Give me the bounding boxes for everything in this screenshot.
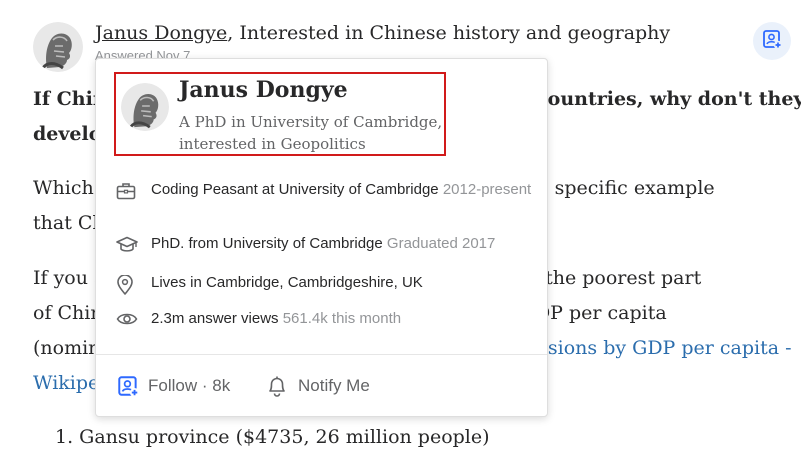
bell-icon — [266, 374, 288, 398]
add-to-space-button[interactable] — [753, 22, 791, 60]
credential-views: 2.3m answer views 561.4k this month — [116, 308, 536, 330]
notify-me-button[interactable]: Notify Me — [266, 373, 370, 399]
list-item: 1. Gansu province ($4735, 26 million peo… — [55, 426, 490, 448]
profile-name[interactable]: Janus Dongye — [179, 77, 348, 103]
credential-main: PhD. from University of Cambridge — [151, 235, 383, 252]
follow-button[interactable]: Follow · 8k — [116, 373, 230, 399]
profile-bio-line: interested in Geopolitics — [179, 135, 366, 153]
credential-text: Coding Peasant at University of Cambridg… — [151, 179, 531, 201]
profile-bio: A PhD in University of Cambridge, intere… — [179, 111, 449, 155]
credential-text: PhD. from University of Cambridge Gradua… — [151, 233, 495, 255]
follow-separator: · — [197, 376, 213, 395]
divider — [96, 354, 547, 355]
credential-dates: Graduated 2017 — [386, 235, 496, 252]
profile-bio-line: A PhD in University of Cambridge, — [179, 113, 443, 131]
notify-label: Notify Me — [298, 376, 370, 395]
location-pin-icon — [116, 272, 151, 295]
author-credential: , Interested in Chinese history and geog… — [227, 22, 671, 44]
profile-hover-card: Janus Dongye A PhD in University of Camb… — [95, 58, 548, 417]
eye-icon — [116, 308, 151, 330]
author-line: Janus Dongye, Interested in Chinese hist… — [95, 22, 670, 44]
credential-dates: 2012-present — [442, 181, 532, 198]
credential-text: Lives in Cambridge, Cambridgeshire, UK — [151, 274, 423, 291]
briefcase-icon — [116, 179, 151, 201]
follow-user-icon — [116, 374, 140, 398]
credential-main: 2.3m answer views — [151, 310, 279, 327]
credential-main: Coding Peasant at University of Cambridg… — [151, 181, 439, 198]
graduation-cap-icon — [116, 233, 151, 255]
credential-monthly: 561.4k this month — [282, 310, 402, 327]
credential-location: Lives in Cambridge, Cambridgeshire, UK — [116, 272, 536, 295]
credential-education: PhD. from University of Cambridge Gradua… — [116, 233, 536, 255]
profile-avatar[interactable] — [121, 83, 169, 131]
author-name-link[interactable]: Janus Dongye — [95, 22, 227, 44]
credential-text: 2.3m answer views 561.4k this month — [151, 308, 401, 330]
user-plus-icon — [761, 28, 783, 54]
author-avatar[interactable] — [33, 22, 83, 72]
credential-employment: Coding Peasant at University of Cambridg… — [116, 179, 536, 201]
follower-count: 8k — [212, 376, 231, 395]
follow-label: Follow — [148, 376, 198, 395]
